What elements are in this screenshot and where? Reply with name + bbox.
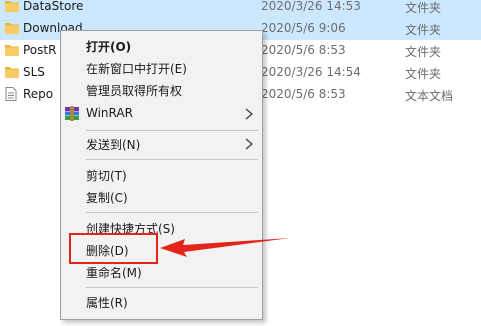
file-date: 2020/3/26 14:53 (261, 0, 361, 13)
file-name: PostR (23, 43, 57, 57)
file-date: 2020/5/6 9:06 (261, 21, 346, 35)
menu-item-rename[interactable]: 重命名(M) (61, 261, 262, 283)
menu-item-cut[interactable]: 剪切(T) (61, 164, 262, 186)
folder-icon (5, 1, 19, 12)
menu-item-label: 属性(R) (86, 296, 128, 310)
menu-item-label: 复制(C) (86, 191, 128, 205)
folder-icon (5, 67, 19, 78)
menu-item-winrar[interactable]: WinRAR (61, 103, 262, 125)
menu-item-label: WinRAR (86, 106, 133, 120)
menu-item-properties[interactable]: 属性(R) (61, 291, 262, 313)
winrar-icon (65, 106, 79, 121)
menu-item-label: 打开(O) (86, 40, 132, 54)
menu-item-label: 剪切(T) (86, 169, 127, 183)
text-file-icon (5, 87, 17, 101)
menu-item-take-ownership[interactable]: 管理员取得所有权 (61, 79, 262, 101)
folder-icon (5, 23, 19, 34)
menu-item-label: 在新窗口中打开(E) (86, 62, 187, 76)
menu-separator (86, 130, 258, 131)
chevron-right-icon (245, 138, 253, 150)
delete-highlight-box (69, 233, 158, 264)
menu-item-send-to[interactable]: 发送到(N) (61, 133, 262, 155)
file-date: 2020/5/6 8:53 (261, 87, 346, 101)
file-date: 2020/5/6 8:53 (261, 43, 346, 57)
menu-item-open[interactable]: 打开(O) (61, 35, 262, 57)
file-row-datastore[interactable]: DataStore 2020/3/26 14:53 文件夹 (0, 0, 481, 18)
folder-icon (5, 45, 19, 56)
file-name: SLS (23, 65, 45, 79)
menu-item-open-new-window[interactable]: 在新窗口中打开(E) (61, 57, 262, 79)
context-menu: 打开(O) 在新窗口中打开(E) 管理员取得所有权 WinRAR 发送到(N) … (60, 30, 263, 320)
file-type: 文件夹 (405, 1, 442, 15)
file-type: 文件夹 (405, 45, 442, 59)
menu-separator (86, 212, 258, 213)
file-date: 2020/3/26 14:54 (261, 65, 361, 79)
file-type: 文件夹 (405, 23, 442, 37)
file-type: 文件夹 (405, 67, 442, 81)
menu-separator (86, 159, 258, 160)
file-name: DataStore (23, 0, 84, 13)
menu-separator (86, 287, 258, 288)
file-type: 文本文档 (405, 89, 454, 103)
menu-item-copy[interactable]: 复制(C) (61, 186, 262, 208)
menu-item-label: 发送到(N) (86, 138, 141, 152)
menu-item-label: 管理员取得所有权 (86, 84, 183, 98)
chevron-right-icon (245, 108, 253, 120)
menu-item-label: 重命名(M) (86, 266, 142, 280)
file-name: Repo (23, 87, 54, 101)
